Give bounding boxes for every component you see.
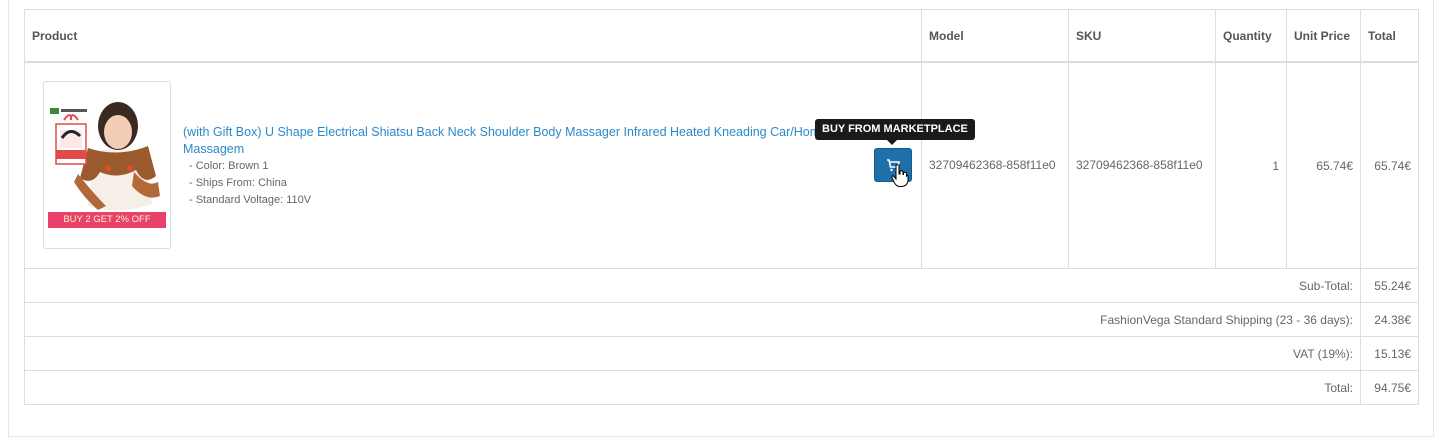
quantity-cell: 1 bbox=[1215, 61, 1287, 269]
product-info: (with Gift Box) U Shape Electrical Shiat… bbox=[183, 124, 833, 209]
table-header-row: Product Model SKU Quantity Unit Price To… bbox=[24, 9, 1419, 63]
column-header-product: Product bbox=[24, 9, 922, 63]
subtotal-value: 55.24€ bbox=[1360, 268, 1419, 303]
vat-label: VAT (19%): bbox=[24, 336, 1361, 371]
product-option-color: - Color: Brown 1 bbox=[189, 160, 269, 172]
column-header-unit-price: Unit Price bbox=[1286, 9, 1361, 63]
model-cell: 32709462368-858f11e0 bbox=[921, 61, 1069, 269]
table-row: BUY 2 GET 2% OFF (with Gift Box) U Shape… bbox=[24, 61, 1419, 269]
unit-price-cell: 65.74€ bbox=[1286, 61, 1361, 269]
buy-marketplace-tooltip: BUY FROM MARKETPLACE bbox=[815, 119, 975, 145]
column-header-sku: SKU bbox=[1068, 9, 1216, 63]
shipping-value: 24.38€ bbox=[1360, 302, 1419, 337]
grand-total-label: Total: bbox=[24, 370, 1361, 405]
column-header-quantity: Quantity bbox=[1215, 9, 1287, 63]
vat-value: 15.13€ bbox=[1360, 336, 1419, 371]
subtotal-label: Sub-Total: bbox=[24, 268, 1361, 303]
product-name-link[interactable]: (with Gift Box) U Shape Electrical Shiat… bbox=[183, 124, 833, 158]
product-option-voltage: - Standard Voltage: 110V bbox=[189, 194, 312, 206]
shipping-row: FashionVega Standard Shipping (23 - 36 d… bbox=[24, 302, 1419, 337]
subtotal-row: Sub-Total: 55.24€ bbox=[24, 268, 1419, 303]
hand-cursor-icon bbox=[891, 164, 909, 187]
product-thumbnail[interactable]: BUY 2 GET 2% OFF bbox=[43, 81, 171, 249]
line-total-cell: 65.74€ bbox=[1360, 61, 1419, 269]
order-products-table: Product Model SKU Quantity Unit Price To… bbox=[24, 9, 1419, 405]
product-option-ships-from: - Ships From: China bbox=[189, 177, 287, 189]
grand-total-value: 94.75€ bbox=[1360, 370, 1419, 405]
promo-banner: BUY 2 GET 2% OFF bbox=[63, 214, 151, 225]
sku-cell: 32709462368-858f11e0 bbox=[1068, 61, 1216, 269]
product-image: BUY 2 GET 2% OFF bbox=[48, 86, 166, 244]
product-cell: BUY 2 GET 2% OFF (with Gift Box) U Shape… bbox=[24, 61, 975, 269]
column-header-model: Model bbox=[921, 9, 1069, 63]
column-header-total: Total bbox=[1360, 9, 1419, 63]
shipping-label: FashionVega Standard Shipping (23 - 36 d… bbox=[24, 302, 1361, 337]
vat-row: VAT (19%): 15.13€ bbox=[24, 336, 1419, 371]
grand-total-row: Total: 94.75€ bbox=[24, 370, 1419, 405]
